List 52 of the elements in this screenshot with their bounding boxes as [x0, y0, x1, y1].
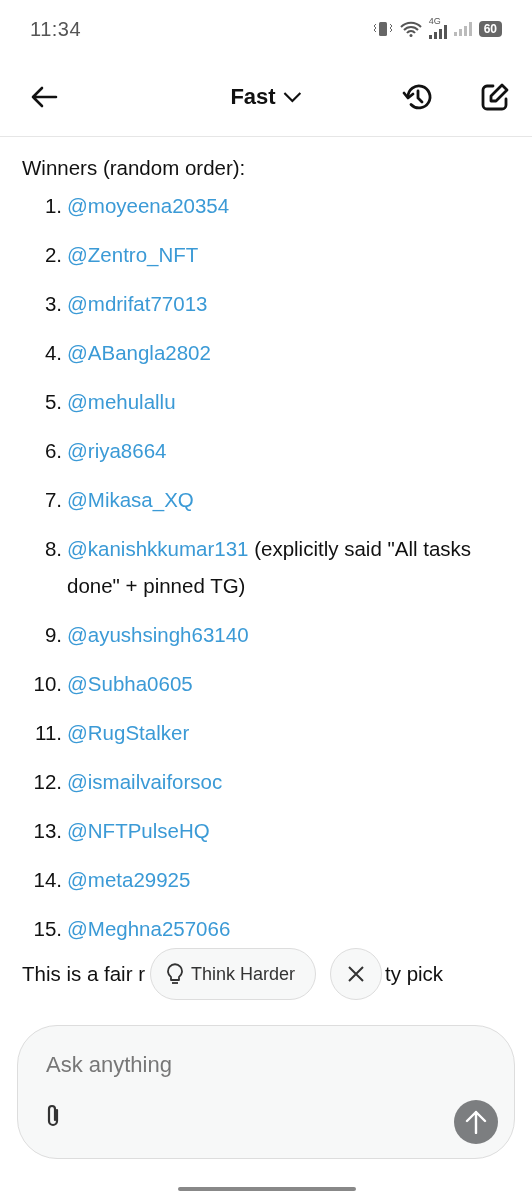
- handle-link[interactable]: @ABangla2802: [67, 341, 211, 364]
- handle-link[interactable]: @meta29925: [67, 868, 191, 891]
- list-number: 4.: [43, 340, 62, 366]
- note-text: done" + pinned TG): [67, 574, 246, 597]
- handle-link[interactable]: @kanishkkumar131: [67, 537, 249, 560]
- model-selector[interactable]: Fast: [226, 80, 306, 114]
- list-number: 9.: [43, 622, 62, 648]
- status-time: 11:34: [30, 17, 82, 41]
- list-number: 6.: [43, 438, 62, 464]
- handle-link[interactable]: @Subha0605: [67, 672, 193, 695]
- summary-text: This is a fair r: [22, 961, 146, 987]
- handle-link[interactable]: @mehulallu: [67, 390, 176, 413]
- handle-link[interactable]: @ayushsingh63140: [67, 623, 249, 646]
- send-button[interactable]: [454, 1100, 498, 1144]
- summary-text: ty pick: [385, 961, 444, 987]
- handle-link[interactable]: @ismailvaiforsoc: [67, 770, 223, 793]
- list-number: 11.: [34, 720, 62, 746]
- think-harder-button[interactable]: Think Harder: [150, 948, 317, 1000]
- handle-link[interactable]: @RugStalker: [67, 721, 190, 744]
- list-number: 2.: [43, 242, 62, 268]
- list-number: 7.: [43, 487, 62, 513]
- network-label: 4G: [428, 16, 441, 26]
- handle-link[interactable]: @mdrifat77013: [67, 292, 208, 315]
- back-arrow-icon: [30, 85, 58, 109]
- chevron-down-icon: [283, 91, 302, 103]
- battery-level: 60: [478, 21, 502, 37]
- signal-icon: [453, 22, 472, 36]
- list-number: 12.: [32, 769, 62, 795]
- list-number: 5.: [43, 389, 62, 415]
- list-number: 3.: [43, 291, 62, 317]
- close-icon: [348, 966, 365, 982]
- handle-link[interactable]: @Meghna257066: [67, 917, 231, 940]
- handle-link[interactable]: @NFTPulseHQ: [67, 819, 210, 842]
- handle-link[interactable]: @moyeena20354: [67, 194, 230, 217]
- list-number: 15.: [32, 916, 62, 942]
- handle-link[interactable]: @riya8664: [67, 439, 167, 462]
- wifi-icon: [399, 21, 422, 37]
- list-number: 14.: [32, 867, 62, 893]
- arrow-up-icon: [465, 1110, 487, 1134]
- edit-icon: [480, 82, 510, 112]
- vibrate-icon: [372, 21, 393, 37]
- list-number: 13.: [32, 818, 62, 844]
- list-number: 8.: [43, 536, 62, 562]
- message-composer[interactable]: Ask anything: [17, 1025, 515, 1159]
- list-number: 10.: [32, 671, 62, 697]
- intro-text: Winners (random order):: [22, 155, 247, 181]
- lightbulb-icon: [167, 963, 183, 985]
- ask-input[interactable]: Ask anything: [46, 1052, 426, 1078]
- handle-link[interactable]: @Zentro_NFT: [67, 243, 199, 266]
- note-text: (explicitly said "All tasks: [254, 537, 472, 560]
- handle-link[interactable]: @Mikasa_XQ: [67, 488, 194, 511]
- list-number: 1.: [43, 193, 62, 219]
